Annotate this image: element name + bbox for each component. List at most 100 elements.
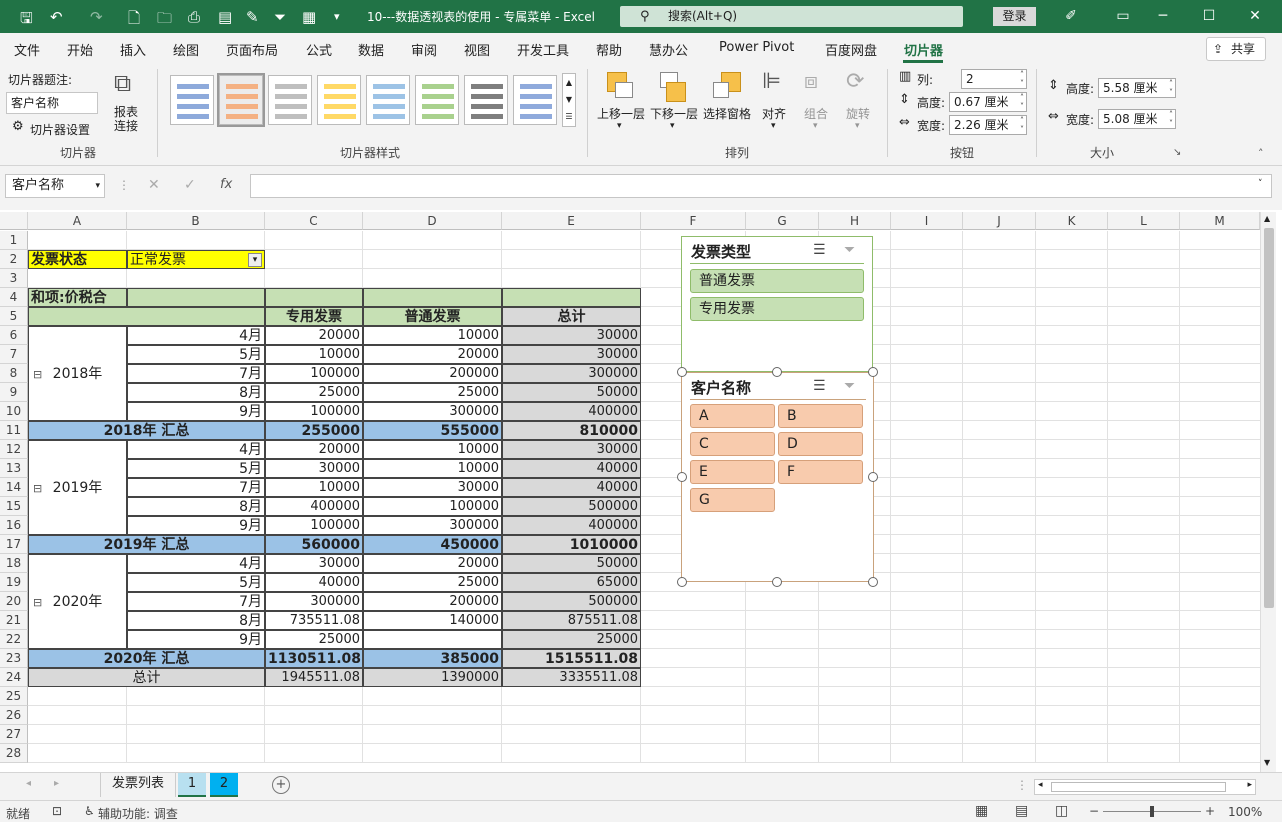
tab-file[interactable]: 文件 bbox=[14, 40, 40, 59]
zoom-level[interactable]: 100% bbox=[1228, 805, 1262, 819]
tab-view[interactable]: 视图 bbox=[464, 40, 490, 59]
subtotal-total[interactable]: 810000 bbox=[502, 421, 641, 440]
print-icon[interactable]: ⎙ bbox=[188, 8, 200, 26]
subtotal-special[interactable]: 560000 bbox=[265, 535, 363, 554]
bring-forward-button[interactable]: 上移一层 ▾ bbox=[597, 69, 647, 139]
value-special[interactable]: 10000 bbox=[265, 478, 363, 497]
row-header-6[interactable]: 6 bbox=[0, 326, 28, 345]
year-label[interactable]: 2020年 ⊟ bbox=[28, 554, 127, 649]
customize-qat-icon[interactable]: ▾ bbox=[334, 10, 340, 23]
button-width-spinner[interactable]: 2.26 厘米 ˄ ˅ bbox=[949, 115, 1027, 135]
month-label[interactable]: 8月 bbox=[127, 611, 265, 630]
page-break-view-icon[interactable]: ◫ bbox=[1055, 803, 1068, 819]
grand-total-special[interactable]: 1945511.08 bbox=[265, 668, 363, 687]
resize-handle-sw[interactable] bbox=[677, 577, 687, 587]
row-header-7[interactable]: 7 bbox=[0, 345, 28, 364]
horizontal-scrollbar[interactable]: ◂ ▸ bbox=[1034, 779, 1256, 795]
styles-scroll[interactable]: ▲ ▼ ☰ bbox=[562, 73, 576, 127]
slicer-style-2[interactable] bbox=[217, 73, 265, 127]
zoom-in-icon[interactable]: + bbox=[1205, 804, 1215, 818]
maximize-icon[interactable]: ☐ bbox=[1196, 4, 1222, 28]
format-painter-icon[interactable]: ✎ bbox=[246, 8, 259, 26]
value-normal[interactable]: 300000 bbox=[363, 402, 502, 421]
row-header-18[interactable]: 18 bbox=[0, 554, 28, 573]
row-header-9[interactable]: 9 bbox=[0, 383, 28, 402]
row-header-17[interactable]: 17 bbox=[0, 535, 28, 554]
value-normal[interactable]: 25000 bbox=[363, 573, 502, 592]
pivot-header-cell[interactable] bbox=[265, 288, 363, 307]
slicer-style-7[interactable] bbox=[464, 75, 508, 125]
column-header-e[interactable]: E bbox=[502, 212, 641, 230]
row-header-27[interactable]: 27 bbox=[0, 725, 28, 744]
tab-huibangong[interactable]: 慧办公 bbox=[649, 40, 688, 59]
slicer-style-5[interactable] bbox=[366, 75, 410, 125]
resize-handle-ne[interactable] bbox=[868, 367, 878, 377]
resize-handle-s[interactable] bbox=[772, 577, 782, 587]
scroll-down-icon[interactable]: ▼ bbox=[1264, 758, 1270, 767]
scroll-up-icon[interactable]: ▲ bbox=[1264, 214, 1270, 223]
collapse-icon[interactable]: ⊟ bbox=[33, 555, 42, 648]
value-total[interactable]: 30000 bbox=[502, 345, 641, 364]
row-header-21[interactable]: 21 bbox=[0, 611, 28, 630]
column-header-a[interactable]: A bbox=[28, 212, 127, 230]
next-sheet-icon[interactable]: ▸ bbox=[54, 778, 59, 789]
column-header-k[interactable]: K bbox=[1036, 212, 1108, 230]
value-total[interactable]: 400000 bbox=[502, 516, 641, 535]
ribbon-display-icon[interactable]: ▭ bbox=[1110, 4, 1136, 28]
column-label-normal[interactable]: 普通发票 bbox=[363, 307, 502, 326]
slicer-settings-button[interactable]: ⚙ 切片器设置 bbox=[8, 119, 108, 139]
column-header-h[interactable]: H bbox=[819, 212, 891, 230]
value-special[interactable]: 20000 bbox=[265, 326, 363, 345]
clear-filter-icon[interactable]: ⏷ bbox=[844, 242, 855, 258]
slicer-invoice-type[interactable]: 发票类型 ☰ ⏷ 普通发票 专用发票 bbox=[681, 236, 873, 372]
year-label[interactable]: 2018年 ⊟ bbox=[28, 326, 127, 421]
sheet-tab-1[interactable]: 1 bbox=[178, 773, 206, 797]
column-header-j[interactable]: J bbox=[963, 212, 1036, 230]
zoom-out-icon[interactable]: − bbox=[1089, 804, 1099, 818]
slicer-item-customer-a[interactable]: A bbox=[690, 404, 775, 428]
resize-handle-w[interactable] bbox=[677, 472, 687, 482]
row-header-14[interactable]: 14 bbox=[0, 478, 28, 497]
pivot-header-cell[interactable] bbox=[502, 288, 641, 307]
month-label[interactable]: 7月 bbox=[127, 592, 265, 611]
shape-height-spinner[interactable]: 5.58 厘米 ˄ ˅ bbox=[1098, 78, 1176, 98]
row-header-1[interactable]: 1 bbox=[0, 231, 28, 250]
value-special[interactable]: 100000 bbox=[265, 402, 363, 421]
value-special[interactable]: 40000 bbox=[265, 573, 363, 592]
resize-handle-nw[interactable] bbox=[677, 367, 687, 377]
clear-filter-icon[interactable]: ⏷ bbox=[844, 378, 855, 394]
slicer-item-customer-e[interactable]: E bbox=[690, 460, 775, 484]
tab-insert[interactable]: 插入 bbox=[120, 40, 146, 59]
slicer-item-customer-b[interactable]: B bbox=[778, 404, 863, 428]
open-folder-icon[interactable]: 🗀 bbox=[157, 8, 172, 33]
column-header-g[interactable]: G bbox=[746, 212, 819, 230]
expand-formula-icon[interactable]: ˅ bbox=[1258, 179, 1263, 189]
value-special[interactable]: 300000 bbox=[265, 592, 363, 611]
save-icon[interactable]: 🖫 bbox=[20, 8, 33, 33]
enter-icon[interactable]: ✓ bbox=[184, 177, 196, 193]
value-total[interactable]: 500000 bbox=[502, 497, 641, 516]
grand-total-normal[interactable]: 1390000 bbox=[363, 668, 502, 687]
month-label[interactable]: 4月 bbox=[127, 326, 265, 345]
value-special[interactable]: 735511.08 bbox=[265, 611, 363, 630]
send-backward-button[interactable]: 下移一层 ▾ bbox=[650, 69, 700, 139]
value-special[interactable]: 10000 bbox=[265, 345, 363, 364]
vertical-scroll-thumb[interactable] bbox=[1264, 228, 1274, 608]
selection-pane-button[interactable]: 选择窗格 bbox=[703, 69, 753, 139]
pivot-filter-value[interactable]: 正常发票 ▾ bbox=[127, 250, 265, 269]
scroll-right-icon[interactable]: ▸ bbox=[1247, 780, 1252, 790]
row-header-8[interactable]: 8 bbox=[0, 364, 28, 383]
collapse-icon[interactable]: ⊟ bbox=[33, 441, 42, 534]
value-normal[interactable]: 200000 bbox=[363, 592, 502, 611]
value-normal[interactable]: 20000 bbox=[363, 345, 502, 364]
filter-icon[interactable]: ⏷ bbox=[274, 8, 286, 26]
minimize-icon[interactable]: ─ bbox=[1150, 4, 1176, 28]
slicer-caption-input[interactable]: 客户名称 bbox=[6, 92, 98, 114]
column-header-m[interactable]: M bbox=[1180, 212, 1260, 230]
value-special[interactable]: 30000 bbox=[265, 459, 363, 478]
row-header-12[interactable]: 12 bbox=[0, 440, 28, 459]
slicer-item-customer-g[interactable]: G bbox=[690, 488, 775, 512]
prev-sheet-icon[interactable]: ◂ bbox=[26, 778, 31, 789]
value-total[interactable]: 50000 bbox=[502, 383, 641, 402]
columns-spinner[interactable]: 2 ˄ ˅ bbox=[961, 69, 1027, 89]
